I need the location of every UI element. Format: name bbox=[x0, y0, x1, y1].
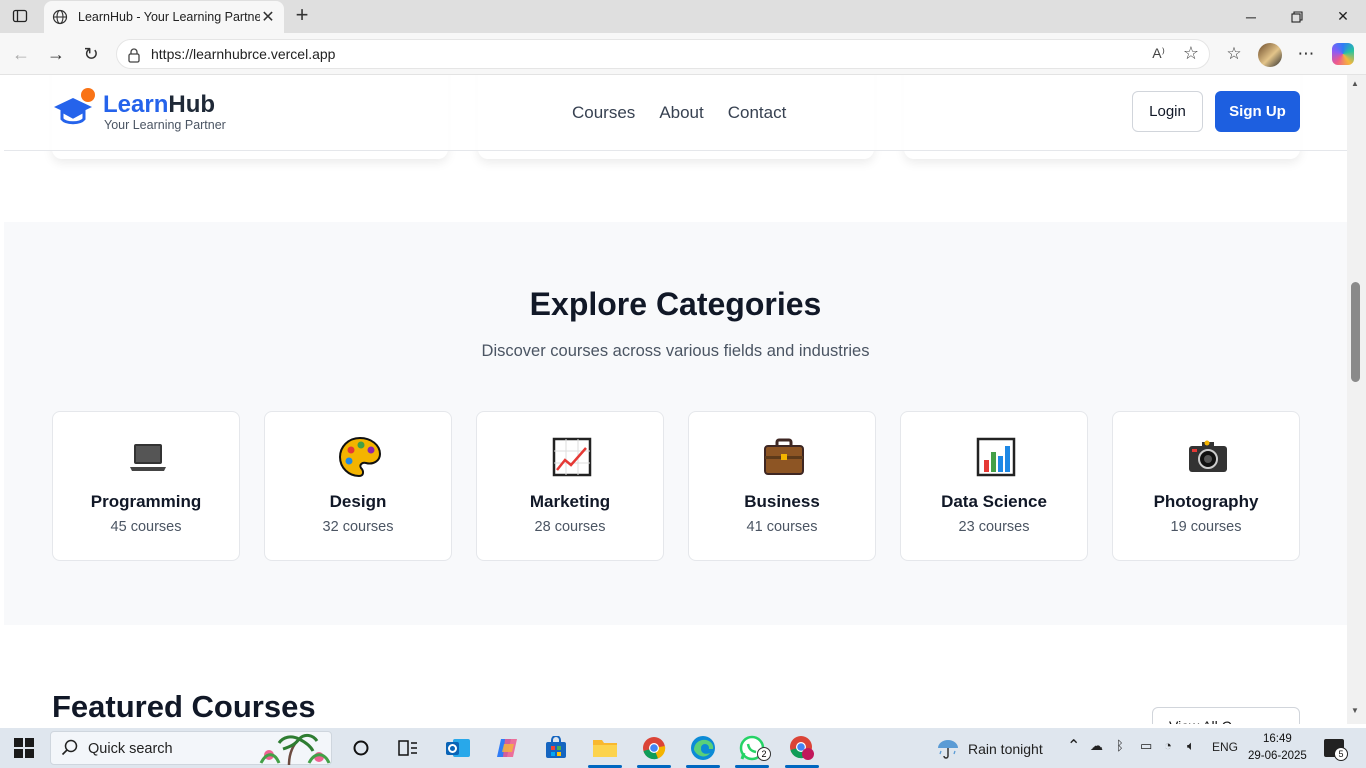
chrome-profile-icon[interactable] bbox=[787, 733, 817, 763]
category-card-design[interactable]: Design 32 courses bbox=[264, 411, 452, 561]
copilot-app-icon[interactable] bbox=[492, 733, 522, 763]
camera-icon bbox=[1189, 440, 1227, 472]
onedrive-icon[interactable]: ☁ bbox=[1090, 738, 1103, 754]
category-count: 19 courses bbox=[1170, 519, 1242, 535]
nav-link-contact[interactable]: Contact bbox=[728, 103, 787, 123]
palette-icon bbox=[339, 436, 381, 478]
briefcase-icon bbox=[764, 438, 804, 475]
logo-learn: Learn bbox=[103, 91, 169, 118]
browser-toolbar: ← → ↻ https://learnhubrce.vercel.app A⁾ … bbox=[0, 33, 1366, 75]
globe-icon bbox=[52, 9, 68, 25]
umbrella-icon bbox=[938, 740, 958, 759]
nav-links: Courses About Contact bbox=[572, 103, 786, 123]
bluetooth-icon[interactable]: ᛒ bbox=[1116, 738, 1124, 753]
categories-title: Explore Categories bbox=[529, 286, 822, 322]
view-all-courses-button[interactable]: View All C bbox=[1152, 707, 1300, 724]
laptop-icon bbox=[130, 444, 166, 471]
outlook-icon[interactable] bbox=[443, 733, 473, 763]
wifi-icon[interactable]: ◔ bbox=[1164, 738, 1172, 753]
search-icon bbox=[61, 739, 78, 756]
category-card-business[interactable]: Business 41 courses bbox=[688, 411, 876, 561]
clock[interactable]: 16:49 29-06-2025 bbox=[1248, 731, 1307, 765]
windows-taskbar: Quick search 2 Rain tonight ⌃ ☁ ᛒ ▭ ◔ 🔈︎… bbox=[0, 728, 1366, 768]
category-count: 45 courses bbox=[110, 519, 182, 535]
taskbar-search[interactable]: Quick search bbox=[50, 731, 332, 765]
categories-subtitle: Discover courses across various fields a… bbox=[481, 342, 870, 360]
show-hidden-icons-icon[interactable]: ⌃ bbox=[1067, 736, 1080, 756]
restore-icon[interactable] bbox=[1274, 0, 1320, 33]
clock-time: 16:49 bbox=[1263, 733, 1292, 745]
cortana-icon[interactable] bbox=[346, 733, 376, 763]
clock-date: 29-06-2025 bbox=[1248, 750, 1307, 762]
category-card-photography[interactable]: Photography 19 courses bbox=[1112, 411, 1300, 561]
category-card-programming[interactable]: Programming 45 courses bbox=[52, 411, 240, 561]
page-scrollbar[interactable]: ▲ ▼ bbox=[1347, 75, 1366, 724]
scroll-up-icon[interactable]: ▲ bbox=[1351, 79, 1359, 88]
search-highlight-art-icon bbox=[259, 733, 331, 765]
file-explorer-icon[interactable] bbox=[590, 733, 620, 763]
signup-button[interactable]: Sign Up bbox=[1215, 91, 1300, 132]
tab-actions-icon[interactable] bbox=[6, 4, 34, 28]
refresh-icon[interactable]: ↻ bbox=[78, 41, 104, 67]
category-count: 32 courses bbox=[322, 519, 394, 535]
whatsapp-badge: 2 bbox=[757, 747, 771, 761]
nav-link-courses[interactable]: Courses bbox=[572, 103, 635, 123]
scroll-down-icon[interactable]: ▼ bbox=[1351, 706, 1359, 715]
more-icon[interactable]: ⋯ bbox=[1293, 41, 1319, 67]
scrollbar-thumb[interactable] bbox=[1351, 282, 1360, 382]
volume-icon[interactable]: 🔈︎ bbox=[1187, 738, 1195, 754]
weather-text: Rain tonight bbox=[968, 741, 1043, 757]
task-view-icon[interactable] bbox=[393, 733, 423, 763]
logo-wordmark[interactable]: LearnHub bbox=[103, 91, 215, 119]
language-indicator[interactable]: ENG bbox=[1212, 740, 1238, 754]
category-count: 41 courses bbox=[746, 519, 818, 535]
logo-hub: Hub bbox=[168, 91, 216, 118]
favorite-star-icon[interactable]: ☆ bbox=[1183, 43, 1199, 64]
bar-chart-icon bbox=[976, 437, 1016, 477]
category-card-data-science[interactable]: Data Science 23 courses bbox=[900, 411, 1088, 561]
chrome-icon[interactable] bbox=[639, 733, 669, 763]
browser-tab[interactable]: LearnHub - Your Learning Partner ✕ bbox=[44, 1, 284, 33]
graduation-cap-logo-icon[interactable] bbox=[52, 87, 98, 127]
category-count: 23 courses bbox=[958, 519, 1030, 535]
back-icon[interactable]: ← bbox=[8, 41, 34, 67]
category-card-marketing[interactable]: Marketing 28 courses bbox=[476, 411, 664, 561]
start-button-icon[interactable] bbox=[14, 738, 34, 758]
category-name: Design bbox=[329, 492, 387, 511]
category-name: Photography bbox=[1153, 492, 1259, 511]
chart-increasing-icon bbox=[552, 437, 592, 477]
notification-count: 5 bbox=[1334, 747, 1348, 761]
category-count: 28 courses bbox=[534, 519, 606, 535]
weather-widget[interactable]: Rain tonight bbox=[936, 737, 1043, 761]
category-name: Programming bbox=[90, 492, 202, 511]
lock-icon[interactable] bbox=[127, 47, 141, 66]
address-text: https://learnhubrce.vercel.app bbox=[151, 46, 336, 62]
site-navbar: LearnHub Your Learning Partner Courses A… bbox=[4, 75, 1347, 151]
categories-section: Explore Categories Discover courses acro… bbox=[4, 222, 1347, 625]
copilot-icon[interactable] bbox=[1332, 43, 1354, 65]
page-viewport: LearnHub Your Learning Partner Courses A… bbox=[4, 75, 1347, 724]
close-tab-icon[interactable]: ✕ bbox=[260, 7, 276, 27]
profile-avatar[interactable] bbox=[1258, 43, 1282, 67]
favorites-icon[interactable]: ☆ bbox=[1221, 41, 1247, 67]
microsoft-store-icon[interactable] bbox=[541, 733, 571, 763]
minimize-icon[interactable]: ─ bbox=[1228, 0, 1274, 33]
logo-tagline: Your Learning Partner bbox=[104, 118, 226, 132]
read-aloud-icon[interactable]: A⁾ bbox=[1152, 45, 1165, 62]
address-bar[interactable]: https://learnhubrce.vercel.app A⁾ ☆ bbox=[116, 39, 1210, 69]
category-name: Data Science bbox=[941, 492, 1047, 511]
category-name: Business bbox=[744, 492, 820, 511]
category-name: Marketing bbox=[529, 492, 611, 511]
nav-link-about[interactable]: About bbox=[659, 103, 703, 123]
forward-icon[interactable]: → bbox=[43, 41, 69, 67]
login-button[interactable]: Login bbox=[1132, 91, 1203, 132]
close-window-icon[interactable]: ✕ bbox=[1320, 0, 1366, 33]
browser-titlebar: LearnHub - Your Learning Partner ✕ + ─ ✕ bbox=[0, 0, 1366, 33]
battery-icon[interactable]: ▭ bbox=[1140, 738, 1152, 754]
featured-courses-title: Featured Courses bbox=[52, 689, 316, 724]
search-placeholder: Quick search bbox=[88, 741, 173, 757]
new-tab-icon[interactable]: + bbox=[290, 4, 314, 28]
tab-title: LearnHub - Your Learning Partner bbox=[78, 10, 260, 24]
edge-icon[interactable] bbox=[688, 733, 718, 763]
